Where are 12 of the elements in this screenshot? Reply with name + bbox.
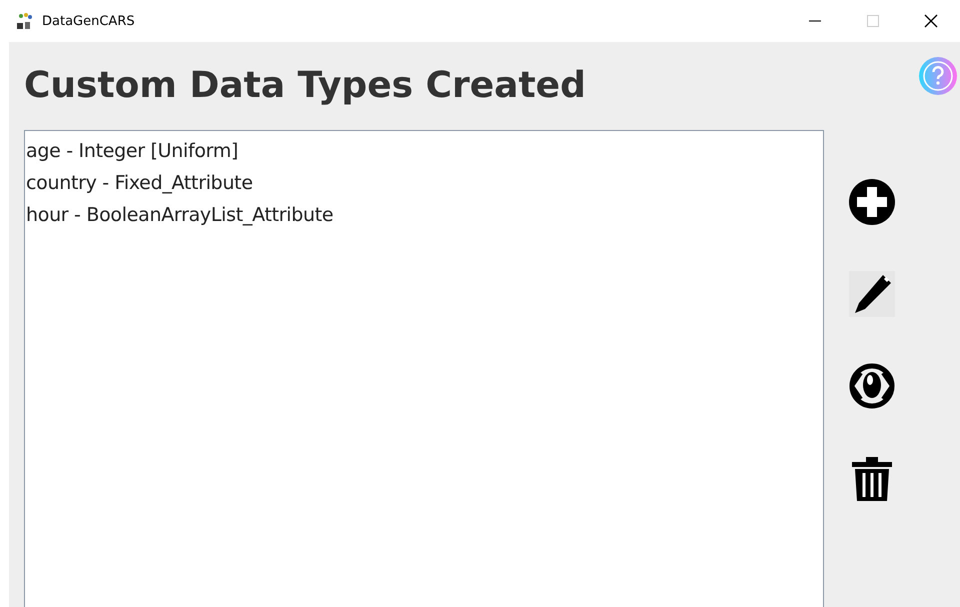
page-heading: Custom Data Types Created [24, 64, 586, 108]
maximize-icon [867, 15, 879, 27]
data-types-list[interactable]: age - Integer [Uniform] country - Fixed_Attribute hour - BooleanArrayList_Attribute [24, 130, 824, 607]
edit-button[interactable] [848, 270, 896, 318]
list-item[interactable]: hour - BooleanArrayList_Attribute [26, 199, 334, 231]
close-icon [924, 14, 938, 28]
app-logo-icon [16, 12, 34, 30]
window-title: DataGenCARS [42, 14, 136, 28]
view-button[interactable] [848, 362, 896, 410]
list-item[interactable]: age - Integer [Uniform] [26, 135, 238, 167]
list-item[interactable]: country - Fixed_Attribute [26, 167, 253, 199]
add-button[interactable] [848, 178, 896, 226]
